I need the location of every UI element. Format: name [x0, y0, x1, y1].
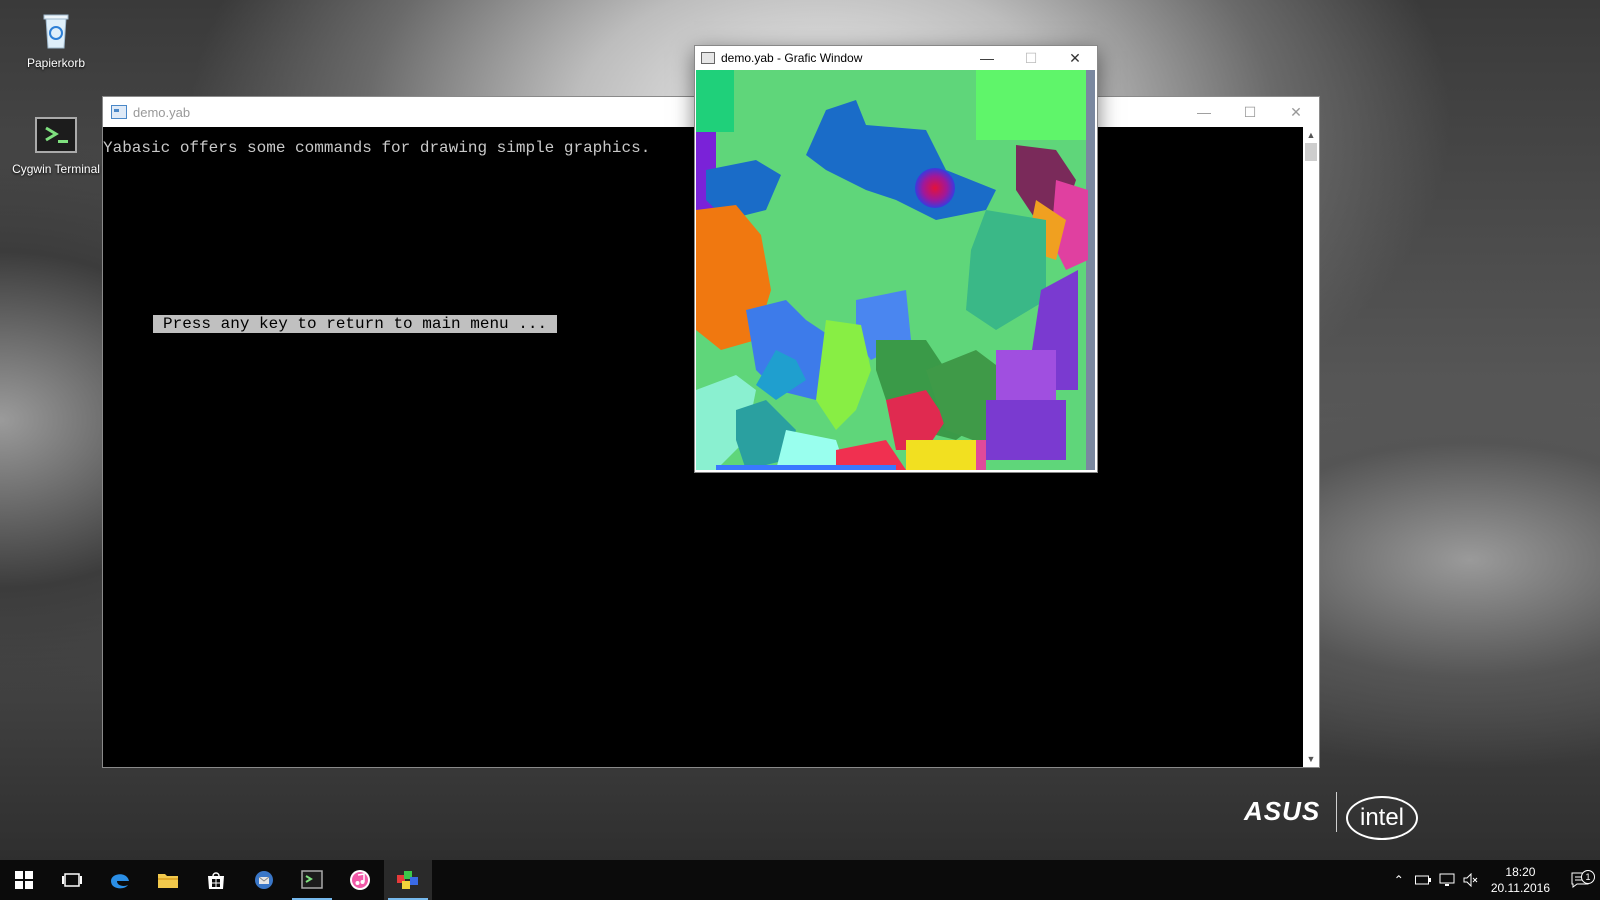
intel-logo-text: intel	[1359, 804, 1405, 831]
task-view-button[interactable]	[48, 860, 96, 900]
graphics-canvas[interactable]	[696, 70, 1095, 470]
shape	[986, 400, 1066, 460]
taskbar-app-store[interactable]	[192, 860, 240, 900]
console-line: Yabasic offers some commands for drawing…	[103, 139, 651, 157]
app-icon	[701, 52, 715, 64]
close-button[interactable]: ✕	[1273, 97, 1319, 127]
taskbar-app-yabasic[interactable]	[384, 860, 432, 900]
desktop-icon-label: Papierkorb	[26, 56, 86, 70]
moving-ball	[915, 168, 955, 208]
battery-icon[interactable]	[1411, 875, 1435, 885]
taskbar-app-cygwin-terminal[interactable]	[288, 860, 336, 900]
shape	[906, 440, 986, 470]
close-button[interactable]: ✕	[1053, 46, 1097, 70]
scroll-thumb[interactable]	[1305, 143, 1317, 161]
scroll-down-arrow-icon[interactable]: ▼	[1303, 751, 1319, 767]
window-title: demo.yab	[133, 104, 191, 120]
shape	[696, 70, 734, 132]
scroll-up-arrow-icon[interactable]: ▲	[1303, 127, 1319, 143]
intel-logo: intel	[1346, 796, 1418, 840]
yabasic-icon	[397, 871, 418, 889]
store-icon	[208, 872, 224, 889]
shape	[1086, 70, 1095, 470]
recycle-bin-icon	[34, 8, 78, 52]
desktop-icon-recycle-bin[interactable]: Papierkorb	[10, 8, 102, 70]
shape	[716, 465, 896, 470]
notification-count-badge: 1	[1581, 870, 1595, 884]
thunderbird-icon	[255, 871, 273, 889]
folder-icon	[158, 874, 178, 888]
drawing-surface	[696, 70, 1095, 470]
grafic-titlebar[interactable]: demo.yab - Grafic Window — ☐ ✕	[695, 46, 1097, 70]
desktop-icon-cygwin-terminal[interactable]: Cygwin Terminal	[10, 114, 102, 176]
task-view-icon	[62, 873, 82, 887]
taskbar-app-itunes[interactable]	[336, 860, 384, 900]
edge-icon	[111, 874, 129, 889]
system-tray: ⌃ 18:20 20.11.2016 1	[1387, 860, 1600, 900]
clock-date: 20.11.2016	[1490, 881, 1550, 895]
window-title: demo.yab - Grafic Window	[721, 51, 863, 65]
shape	[996, 350, 1056, 400]
minimize-button[interactable]: —	[1181, 97, 1227, 127]
shape	[976, 440, 986, 470]
taskbar-app-edge[interactable]	[96, 860, 144, 900]
network-icon[interactable]	[1435, 873, 1459, 887]
asus-logo: ASUS	[1244, 796, 1321, 826]
cygwin-terminal-icon	[301, 870, 323, 889]
maximize-button[interactable]: ☐	[1227, 97, 1273, 127]
brand-divider	[1336, 792, 1337, 832]
show-hidden-icons-chevron-up-icon[interactable]: ⌃	[1387, 873, 1411, 887]
taskbar-app-file-explorer[interactable]	[144, 860, 192, 900]
clock[interactable]: 18:20 20.11.2016	[1491, 864, 1550, 896]
itunes-icon	[350, 870, 370, 890]
maximize-button[interactable]: ☐	[1009, 46, 1053, 70]
grafic-window[interactable]: demo.yab - Grafic Window — ☐ ✕	[694, 45, 1098, 473]
action-center-button[interactable]: 1	[1560, 870, 1600, 888]
desktop-icon-label: Cygwin Terminal	[12, 162, 100, 176]
windows-logo-icon	[15, 871, 33, 889]
taskbar: ⌃ 18:20 20.11.2016 1	[0, 860, 1600, 900]
clock-time: 18:20	[1505, 865, 1536, 879]
minimize-button[interactable]: —	[965, 46, 1009, 70]
start-button[interactable]	[0, 860, 48, 900]
app-icon	[111, 105, 127, 119]
volume-muted-icon[interactable]	[1459, 873, 1483, 887]
vertical-scrollbar[interactable]: ▲ ▼	[1303, 127, 1319, 767]
taskbar-app-thunderbird[interactable]	[240, 860, 288, 900]
press-key-prompt: Press any key to return to main menu ...	[153, 315, 558, 333]
cygwin-terminal-icon	[34, 114, 78, 158]
shape	[976, 70, 1086, 140]
